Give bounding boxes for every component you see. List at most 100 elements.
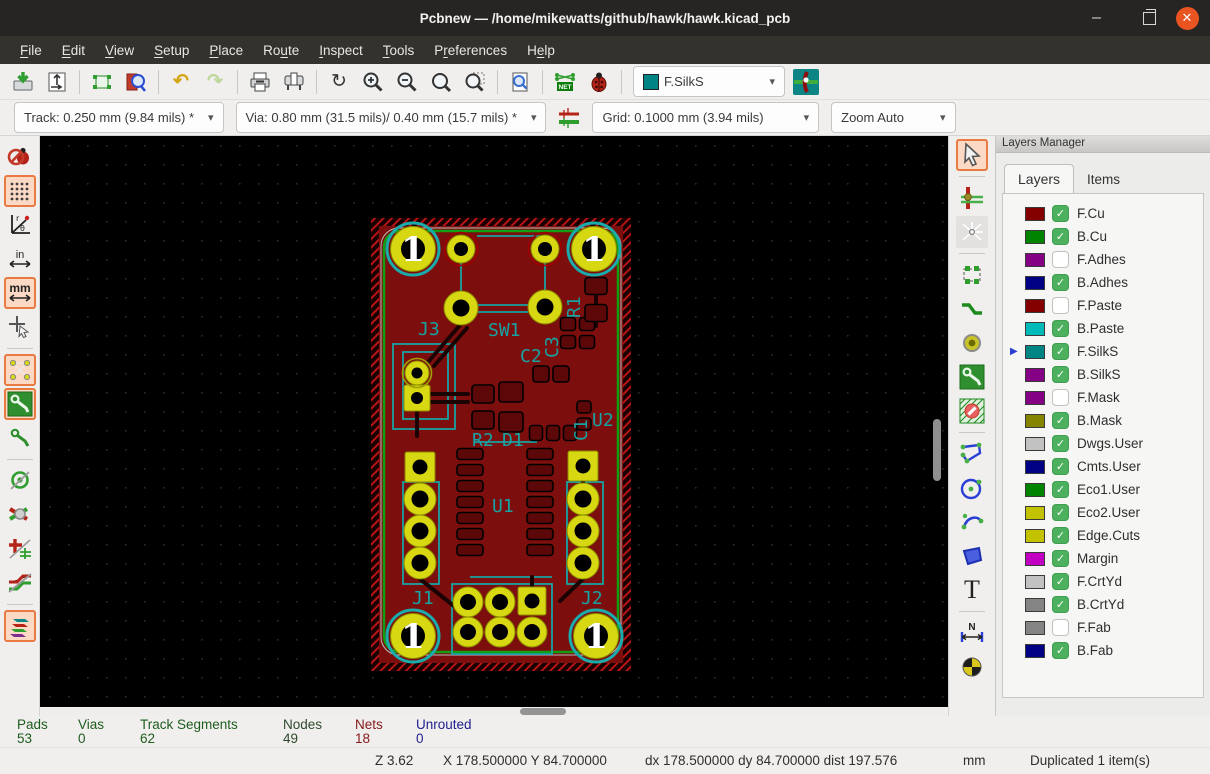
board-setup-button[interactable] [42, 67, 72, 97]
layer-row-f.mask[interactable]: F.Mask [1003, 386, 1203, 409]
zoom-in-button[interactable] [358, 67, 388, 97]
refresh-button[interactable]: ↻ [324, 67, 354, 97]
add-via-button[interactable] [956, 327, 988, 359]
minimize-button[interactable]: – [1092, 0, 1118, 36]
layer-visibility-checkbox[interactable]: ✓ [1052, 343, 1069, 360]
ratsnest-visibility-button[interactable] [3, 354, 36, 386]
units-mm-button[interactable]: mm [3, 277, 36, 309]
menu-tools[interactable]: Tools [373, 39, 425, 62]
menu-place[interactable]: Place [199, 39, 253, 62]
layer-visibility-checkbox[interactable]: ✓ [1052, 481, 1069, 498]
layer-color-swatch[interactable] [1025, 482, 1045, 497]
pcb-canvas[interactable]: 1 1 1 1 J3 SW1 C2 C3 R1 U2 C1 R2 D1 U1 J1 J2 [40, 136, 948, 707]
layer-color-swatch[interactable] [1025, 252, 1045, 267]
layer-row-b.cu[interactable]: ✓ B.Cu [1003, 225, 1203, 248]
tab-items[interactable]: Items [1074, 166, 1133, 193]
add-footprint-button[interactable] [956, 259, 988, 291]
pad-sketch-button[interactable] [4, 533, 36, 565]
drc-button[interactable] [584, 67, 614, 97]
layer-row-dwgs.user[interactable]: ✓ Dwgs.User [1003, 432, 1203, 455]
grid-dropdown[interactable]: Grid: 0.1000 mm (3.94 mils) ▾ [592, 102, 820, 133]
layer-color-swatch[interactable] [1025, 344, 1045, 359]
layer-visibility-checkbox[interactable]: ✓ [1052, 435, 1069, 452]
layer-visibility-checkbox[interactable]: ✓ [1052, 320, 1069, 337]
select-tool-button[interactable] [956, 139, 988, 171]
menu-view[interactable]: View [95, 39, 144, 62]
track-outline-button[interactable] [4, 499, 36, 531]
maximize-button[interactable] [1136, 0, 1162, 36]
layer-color-swatch[interactable] [1025, 206, 1045, 221]
menu-preferences[interactable]: Preferences [424, 39, 517, 62]
menu-route[interactable]: Route [253, 39, 309, 62]
menu-edit[interactable]: Edit [52, 39, 95, 62]
layer-visibility-checkbox[interactable] [1052, 297, 1069, 314]
draw-circle-button[interactable] [956, 472, 988, 504]
layer-visibility-checkbox[interactable]: ✓ [1052, 274, 1069, 291]
layer-row-cmts.user[interactable]: ✓ Cmts.User [1003, 455, 1203, 478]
save-button[interactable] [8, 67, 38, 97]
cursor-shape-button[interactable] [4, 311, 36, 343]
layer-color-swatch[interactable] [1025, 298, 1045, 313]
layer-row-f.cu[interactable]: ✓ F.Cu [1003, 202, 1203, 225]
layer-color-swatch[interactable] [1025, 551, 1045, 566]
layer-color-swatch[interactable] [1025, 643, 1045, 658]
layer-row-b.paste[interactable]: ✓ B.Paste [1003, 317, 1203, 340]
layer-visibility-checkbox[interactable]: ✓ [1052, 504, 1069, 521]
menu-file[interactable]: File [10, 39, 52, 62]
drill-origin-button[interactable] [956, 651, 988, 683]
layer-visibility-checkbox[interactable]: ✓ [1052, 642, 1069, 659]
tab-layers[interactable]: Layers [1004, 164, 1075, 193]
menu-inspect[interactable]: Inspect [309, 39, 373, 62]
polar-coords-button[interactable]: r θ [4, 209, 36, 241]
layer-color-swatch[interactable] [1025, 275, 1045, 290]
via-size-dropdown[interactable]: Via: 0.80 mm (31.5 mils)/ 0.40 mm (15.7 … [235, 102, 547, 133]
via-display-button[interactable] [4, 465, 36, 497]
undo-button[interactable]: ↶ [166, 67, 196, 97]
track-sketch-button[interactable] [4, 567, 36, 599]
layer-visibility-checkbox[interactable] [1052, 619, 1069, 636]
vertical-scrollbar[interactable] [933, 419, 941, 481]
layer-row-b.silks[interactable]: ✓ B.SilkS [1003, 363, 1203, 386]
grid-visibility-button[interactable] [3, 175, 36, 207]
layer-color-swatch[interactable] [1025, 413, 1045, 428]
auto-track-width-button[interactable] [554, 103, 584, 133]
layer-visibility-checkbox[interactable]: ✓ [1052, 228, 1069, 245]
zoom-out-button[interactable] [392, 67, 422, 97]
layer-visibility-checkbox[interactable]: ✓ [1052, 412, 1069, 429]
layer-row-f.paste[interactable]: F.Paste [1003, 294, 1203, 317]
layer-row-f.adhes[interactable]: F.Adhes [1003, 248, 1203, 271]
layer-selector-dropdown[interactable]: F.SilkS ▾ [633, 66, 785, 97]
footprint-browser-button[interactable] [121, 67, 151, 97]
layer-visibility-checkbox[interactable]: ✓ [1052, 573, 1069, 590]
keepout-area-button[interactable] [956, 395, 988, 427]
redo-button[interactable]: ↷ [200, 67, 230, 97]
add-text-button[interactable]: T [956, 574, 988, 606]
zoom-selection-button[interactable] [460, 67, 490, 97]
layer-row-f.crtyd[interactable]: ✓ F.CrtYd [1003, 570, 1203, 593]
local-ratsnest-button[interactable] [956, 216, 988, 248]
units-inches-button[interactable]: in [4, 243, 36, 275]
add-track-button[interactable] [956, 293, 988, 325]
layer-color-swatch[interactable] [1025, 321, 1045, 336]
curved-ratsnest-button[interactable] [3, 388, 36, 420]
footprint-editor-button[interactable] [87, 67, 117, 97]
layer-row-b.fab[interactable]: ✓ B.Fab [1003, 639, 1203, 662]
layer-row-margin[interactable]: ✓ Margin [1003, 547, 1203, 570]
layer-visibility-checkbox[interactable] [1052, 251, 1069, 268]
layer-color-swatch[interactable] [1025, 459, 1045, 474]
menu-setup[interactable]: Setup [144, 39, 199, 62]
layer-row-b.mask[interactable]: ✓ B.Mask [1003, 409, 1203, 432]
layer-visibility-checkbox[interactable]: ✓ [1052, 366, 1069, 383]
drc-off-button[interactable] [4, 141, 36, 173]
layer-row-eco1.user[interactable]: ✓ Eco1.User [1003, 478, 1203, 501]
layer-row-b.adhes[interactable]: ✓ B.Adhes [1003, 271, 1203, 294]
layer-row-eco2.user[interactable]: ✓ Eco2.User [1003, 501, 1203, 524]
highlight-net-button[interactable] [956, 182, 988, 214]
draw-polygon-button[interactable] [956, 540, 988, 572]
route-tracks-button[interactable] [956, 361, 988, 393]
netlist-button[interactable]: NET [550, 67, 580, 97]
layer-visibility-checkbox[interactable] [1052, 389, 1069, 406]
draw-line-button[interactable] [956, 438, 988, 470]
layer-color-swatch[interactable] [1025, 229, 1045, 244]
draw-arc-button[interactable] [956, 506, 988, 538]
